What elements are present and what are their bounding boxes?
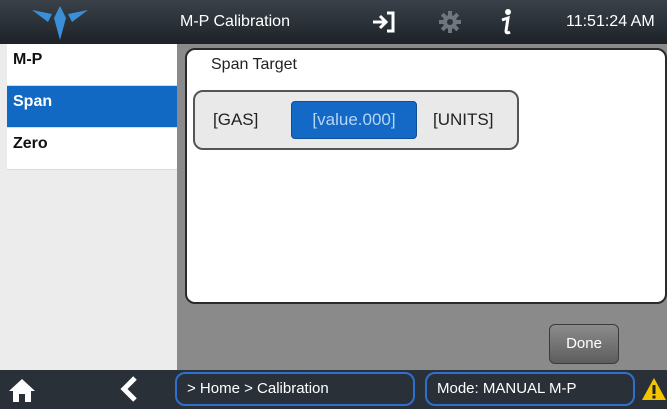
- info-icon[interactable]: [495, 7, 519, 37]
- breadcrumb[interactable]: > Home > Calibration: [175, 372, 415, 406]
- done-button[interactable]: Done: [549, 324, 619, 364]
- page-title: M-P Calibration: [180, 13, 290, 30]
- sidebar-item-span[interactable]: Span: [7, 86, 177, 128]
- status-bar: > Home > Calibration Mode: MANUAL M-P: [0, 370, 667, 409]
- home-icon[interactable]: [8, 377, 36, 403]
- sidebar-item-zero[interactable]: Zero: [7, 128, 177, 170]
- clock: 11:51:24 AM: [566, 13, 655, 30]
- span-target-entry: [GAS] [value.000] [UNITS]: [193, 90, 519, 150]
- units-label: [UNITS]: [433, 110, 494, 129]
- teledyne-logo: [32, 6, 88, 40]
- panel-title: Span Target: [211, 56, 297, 73]
- mode-indicator[interactable]: Mode: MANUAL M-P: [425, 372, 635, 406]
- login-icon[interactable]: [370, 10, 396, 34]
- sidebar: M-P Span Zero: [0, 44, 177, 370]
- span-target-panel: Span Target [GAS] [value.000] [UNITS]: [185, 48, 667, 304]
- value-field[interactable]: [value.000]: [291, 101, 417, 139]
- title-bar: M-P Calibration 11:51:24 AM: [0, 0, 667, 44]
- main-content: Span Target [GAS] [value.000] [UNITS] Do…: [177, 44, 667, 370]
- gas-label: [GAS]: [213, 110, 259, 129]
- sidebar-item-m-p[interactable]: M-P: [7, 44, 177, 86]
- gear-icon[interactable]: [438, 10, 462, 34]
- warning-icon[interactable]: [642, 376, 667, 402]
- back-icon[interactable]: [118, 375, 140, 403]
